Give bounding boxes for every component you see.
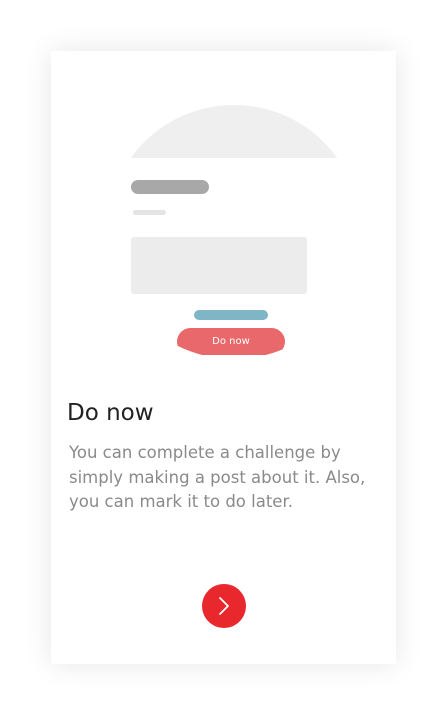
next-button[interactable] — [202, 584, 246, 628]
illustration-mock-screen: Do now — [107, 158, 361, 359]
page-title: Do now — [67, 400, 154, 426]
mock-progress-placeholder — [194, 310, 268, 320]
chevron-right-icon — [219, 597, 229, 615]
illustration-status-band — [107, 105, 361, 158]
page-description: You can complete a challenge by simply m… — [69, 443, 366, 511]
mock-content-placeholder — [131, 237, 307, 294]
illustration-circle: Do now — [107, 105, 361, 359]
illustration-do-now-button: Do now — [177, 328, 285, 355]
onboarding-card: Do now Do now You can complete a challen… — [51, 51, 396, 664]
mock-subtitle-placeholder — [133, 210, 166, 215]
mock-title-placeholder — [131, 180, 209, 194]
